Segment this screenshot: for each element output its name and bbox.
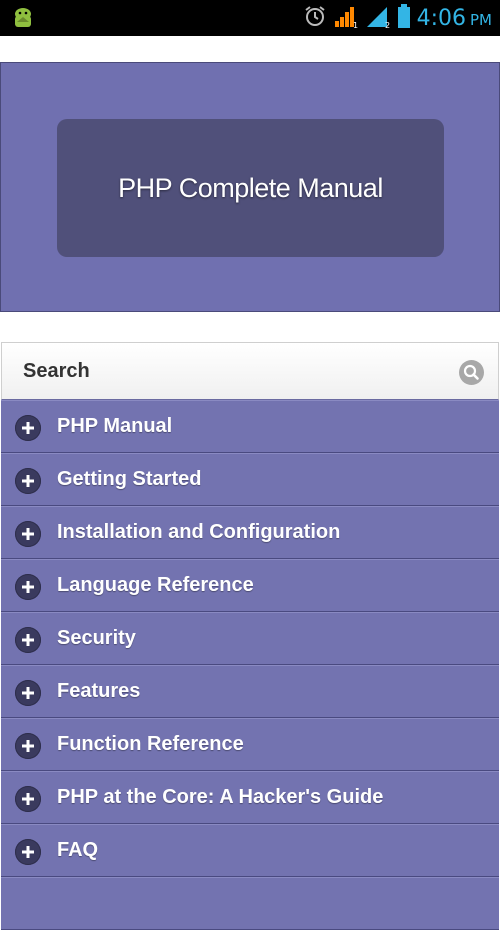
menu-item-partial[interactable]	[1, 877, 499, 930]
menu-item-installation[interactable]: Installation and Configuration	[1, 506, 499, 559]
menu-item-label: Getting Started	[57, 468, 202, 490]
menu-item-security[interactable]: Security	[1, 612, 499, 665]
plus-icon	[15, 415, 41, 441]
menu-item-function-reference[interactable]: Function Reference	[1, 718, 499, 771]
plus-icon	[15, 468, 41, 494]
menu-item-label: PHP Manual	[57, 415, 173, 437]
svg-text:2: 2	[385, 21, 390, 29]
search-label: Search	[23, 360, 90, 382]
menu-item-label: Language Reference	[57, 574, 254, 596]
page-title: PHP Complete Manual	[118, 172, 383, 203]
plus-icon	[15, 521, 41, 547]
menu-item-label: Security	[57, 627, 136, 649]
menu-item-label: Installation and Configuration	[57, 521, 341, 543]
status-time: 4:06	[416, 5, 466, 31]
plus-icon	[15, 786, 41, 812]
menu-item-language-reference[interactable]: Language Reference	[1, 559, 499, 612]
status-ampm: PM	[470, 10, 492, 29]
menu-list: PHP Manual Getting Started Installation …	[1, 400, 499, 930]
status-icons: 1 2 4:06 PM	[303, 0, 492, 36]
header-banner: PHP Complete Manual	[0, 62, 500, 312]
battery-icon	[397, 3, 411, 33]
menu-item-php-manual[interactable]: PHP Manual	[1, 400, 499, 453]
menu-item-label: Features	[57, 680, 141, 702]
menu-item-label: PHP at the Core: A Hacker's Guide	[57, 786, 384, 808]
svg-text:1: 1	[353, 21, 358, 29]
status-bar: 1 2 4:06 PM	[0, 0, 500, 36]
android-debug-icon	[10, 5, 36, 31]
menu-item-php-at-the-core[interactable]: PHP at the Core: A Hacker's Guide	[1, 771, 499, 824]
status-clock: 4:06 PM	[417, 6, 492, 31]
alarm-icon	[303, 4, 327, 32]
top-spacer	[0, 36, 500, 62]
plus-icon	[15, 839, 41, 865]
search-bar[interactable]: Search	[1, 342, 499, 400]
plus-icon	[15, 627, 41, 653]
menu-item-label: FAQ	[57, 839, 99, 861]
signal-2-icon: 2	[365, 3, 391, 33]
menu-item-getting-started[interactable]: Getting Started	[1, 453, 499, 506]
plus-icon	[15, 574, 41, 600]
search-icon[interactable]	[459, 360, 484, 385]
menu-item-label: Function Reference	[57, 733, 244, 755]
plus-icon	[15, 733, 41, 759]
header-card: PHP Complete Manual	[57, 119, 444, 257]
plus-icon	[15, 680, 41, 706]
mid-spacer	[0, 312, 500, 342]
signal-1-icon: 1	[333, 3, 359, 33]
menu-item-features[interactable]: Features	[1, 665, 499, 718]
menu-item-faq[interactable]: FAQ	[1, 824, 499, 877]
